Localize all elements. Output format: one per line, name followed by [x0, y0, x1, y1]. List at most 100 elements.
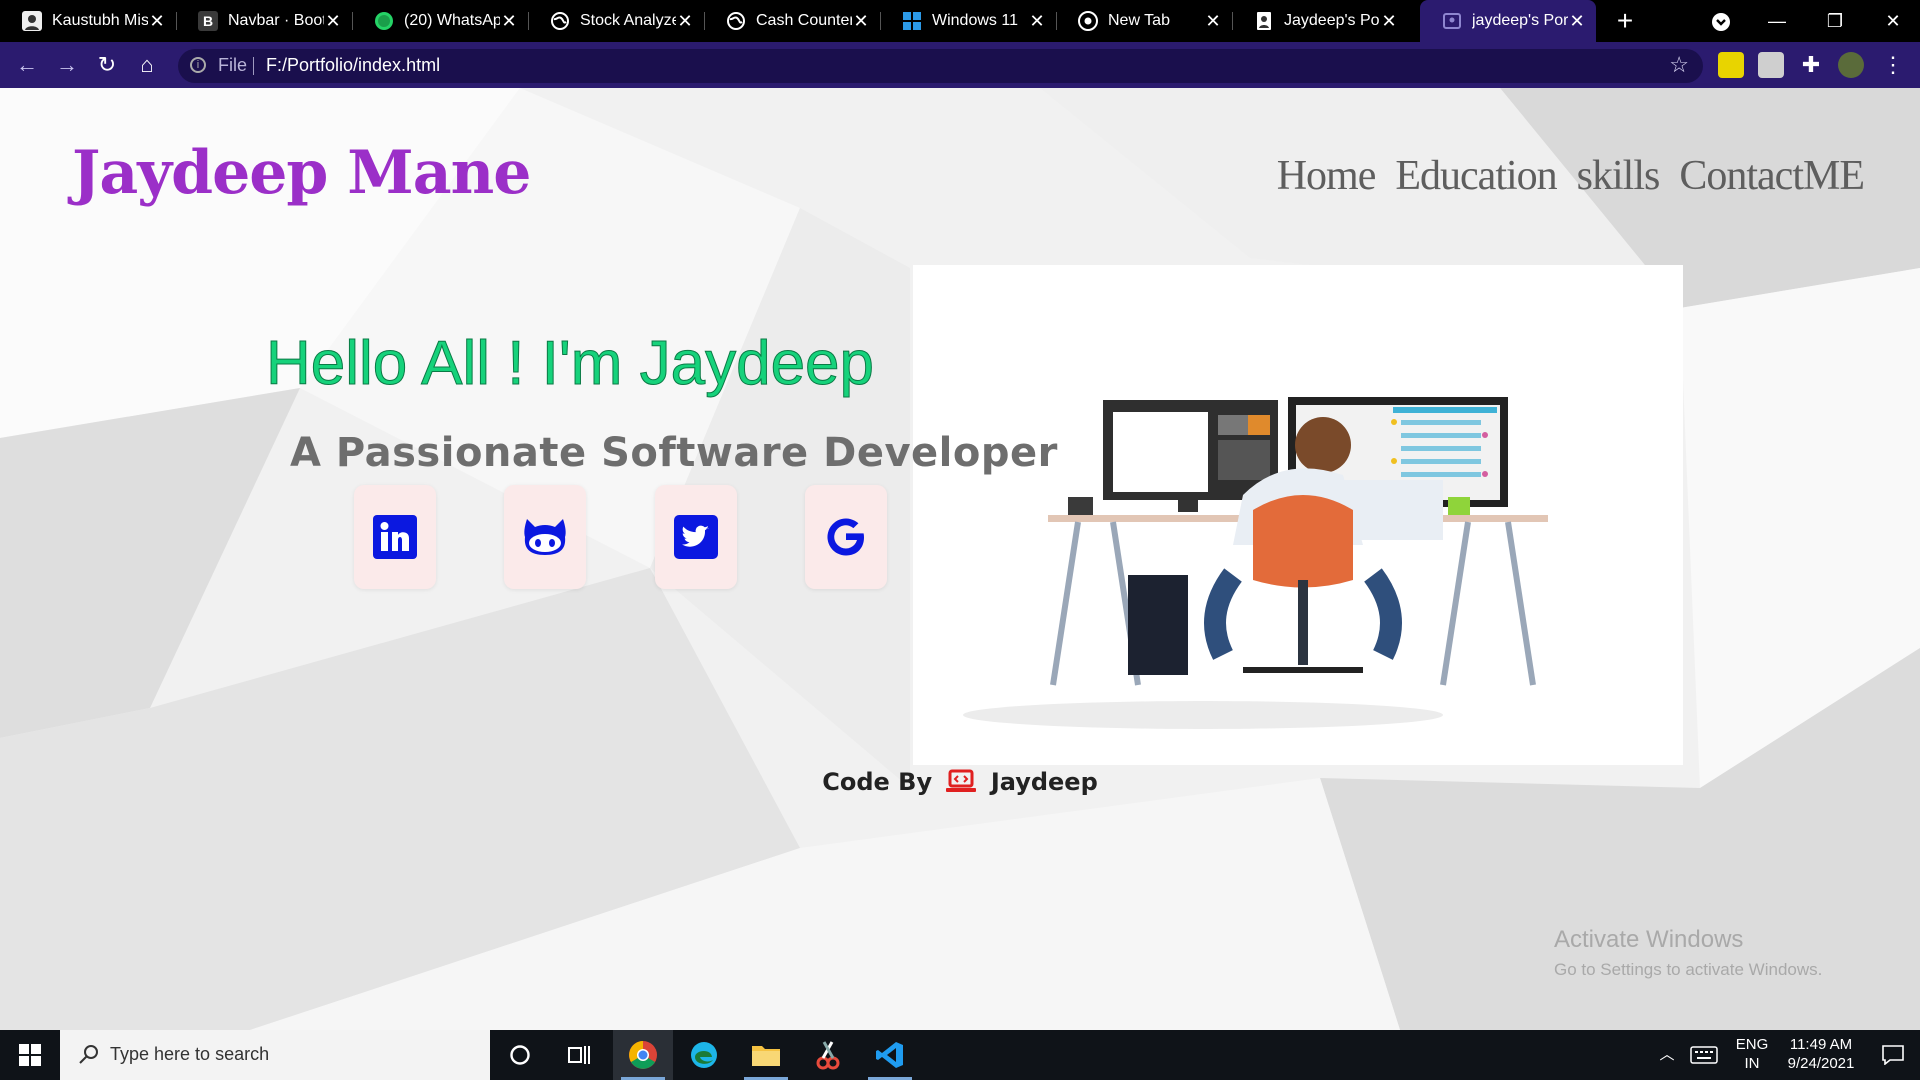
- taskbar-edge[interactable]: [674, 1030, 734, 1080]
- site-nav: Home Education skills ContactME: [1277, 152, 1865, 200]
- close-icon[interactable]: ✕: [1028, 11, 1046, 32]
- cortana-icon: [510, 1045, 530, 1065]
- whatsapp-icon: [375, 12, 393, 30]
- close-icon[interactable]: ✕: [852, 11, 870, 32]
- minimize-button[interactable]: —: [1748, 0, 1806, 42]
- back-button[interactable]: ←: [12, 50, 42, 80]
- address-bar[interactable]: i File F:/Portfolio/index.html ☆: [178, 49, 1703, 83]
- credit-prefix: Code By: [822, 768, 933, 796]
- brand-logo[interactable]: Jaydeep Mane: [72, 138, 531, 208]
- google-icon: [827, 518, 864, 556]
- linkedin-icon: [373, 515, 417, 559]
- footer-credit: Code By Jaydeep: [0, 768, 1920, 799]
- avatar[interactable]: [1838, 52, 1864, 78]
- task-view-button[interactable]: [550, 1030, 610, 1080]
- taskbar-snipping[interactable]: [798, 1030, 858, 1080]
- close-window-button[interactable]: ✕: [1864, 0, 1920, 42]
- home-button[interactable]: ⌂: [132, 50, 162, 80]
- tab-jaydeep-portfolio[interactable]: Jaydeep's Port ✕: [1232, 0, 1408, 42]
- windows-icon: [903, 12, 921, 30]
- restore-button[interactable]: ❐: [1806, 0, 1864, 42]
- star-icon[interactable]: ☆: [1669, 52, 1689, 78]
- hero-illustration-card: [913, 265, 1683, 765]
- extension-star-icon[interactable]: [1718, 52, 1744, 78]
- info-icon[interactable]: i: [190, 57, 206, 73]
- notifications-button[interactable]: [1866, 1030, 1920, 1080]
- close-icon[interactable]: ✕: [676, 11, 694, 32]
- edge-icon: [691, 1042, 717, 1068]
- url-text[interactable]: F:/Portfolio/index.html: [266, 55, 440, 76]
- lang-top: ENG: [1735, 1036, 1769, 1053]
- activate-windows-title: Activate Windows: [1554, 926, 1744, 953]
- close-icon[interactable]: ✕: [1380, 11, 1398, 32]
- tab-bootstrap[interactable]: B Navbar · Boots ✕: [176, 0, 352, 42]
- twitter-icon: [674, 515, 718, 559]
- tab-new-tab[interactable]: New Tab ✕: [1056, 0, 1232, 42]
- tab-stock-analyzer[interactable]: Stock Analyzer ✕: [528, 0, 704, 42]
- taskbar-vscode[interactable]: [860, 1030, 920, 1080]
- developer-illustration: [963, 397, 1548, 729]
- close-icon[interactable]: ✕: [324, 11, 342, 32]
- google-button[interactable]: [805, 485, 887, 589]
- close-icon[interactable]: ✕: [1204, 11, 1222, 32]
- tab-title: Cash Counter: [756, 12, 852, 29]
- globe-icon: [727, 12, 745, 30]
- taskbar-chrome[interactable]: [613, 1030, 673, 1080]
- tab-windows-11[interactable]: Windows 11 ✕: [880, 0, 1056, 42]
- tab-search-button[interactable]: [1692, 0, 1750, 42]
- taskbar-file-explorer[interactable]: [736, 1030, 796, 1080]
- nav-contact[interactable]: ContactME: [1679, 152, 1865, 200]
- tab-title: jaydeep's Port: [1472, 12, 1568, 29]
- start-button[interactable]: [0, 1030, 60, 1080]
- tab-jaydeep-portfolio-active[interactable]: jaydeep's Port ✕: [1420, 0, 1596, 42]
- vscode-icon: [876, 1042, 903, 1068]
- taskbar: Type here to search ︿ ENG IN 11:49 AM 9/…: [0, 1030, 1920, 1080]
- nav-education[interactable]: Education: [1395, 152, 1557, 200]
- github-button[interactable]: [504, 485, 586, 589]
- clock[interactable]: 11:49 AM 9/24/2021: [1776, 1030, 1866, 1080]
- tab-title: New Tab: [1108, 12, 1170, 29]
- nav-home[interactable]: Home: [1277, 152, 1377, 200]
- chevron-up-icon: ︿: [1659, 1046, 1675, 1063]
- extension-cube-icon[interactable]: [1758, 52, 1784, 78]
- search-icon: [79, 1045, 98, 1064]
- nav-skills[interactable]: skills: [1577, 152, 1661, 200]
- taskbar-search[interactable]: Type here to search: [60, 1030, 490, 1080]
- tray-overflow-button[interactable]: ︿: [1656, 1030, 1678, 1080]
- github-icon: [524, 519, 566, 555]
- browser-tab-strip: Kaustubh Mish ✕ B Navbar · Boots ✕ (20) …: [0, 0, 1920, 42]
- tab-title: Kaustubh Mish: [52, 12, 148, 29]
- tab-title: Windows 11: [932, 12, 1018, 29]
- task-view-icon: [568, 1046, 590, 1064]
- extensions-puzzle-icon[interactable]: ✚: [1798, 52, 1824, 78]
- tab-title: Jaydeep's Port: [1284, 12, 1380, 29]
- chrome-icon: [1078, 11, 1098, 31]
- twitter-button[interactable]: [655, 485, 737, 589]
- folder-icon: [752, 1046, 780, 1066]
- tab-kaustubh[interactable]: Kaustubh Mish ✕: [0, 0, 176, 42]
- clock-date: 9/24/2021: [1787, 1055, 1855, 1072]
- scissors-icon: [816, 1041, 840, 1070]
- close-icon[interactable]: ✕: [148, 11, 166, 32]
- lang-bottom: IN: [1744, 1055, 1760, 1072]
- tab-cash-counter[interactable]: Cash Counter ✕: [704, 0, 880, 42]
- profile-icon: [22, 11, 42, 31]
- tab-whatsapp[interactable]: (20) WhatsApp ✕: [352, 0, 528, 42]
- linkedin-button[interactable]: [354, 485, 436, 589]
- menu-dots-icon[interactable]: ⋮: [1880, 52, 1906, 78]
- bootstrap-icon: B: [198, 11, 218, 31]
- page-content: Jaydeep Mane Home Education skills Conta…: [0, 88, 1920, 1030]
- chevron-down-icon: [1712, 13, 1730, 32]
- hero-tagline: A Passionate Software Developer: [290, 430, 1058, 476]
- reload-button[interactable]: ↻: [92, 50, 122, 80]
- close-icon[interactable]: ✕: [1568, 11, 1586, 32]
- forward-button[interactable]: →: [52, 50, 82, 80]
- close-icon[interactable]: ✕: [500, 11, 518, 32]
- new-tab-button[interactable]: +: [1610, 6, 1640, 36]
- keyboard-button[interactable]: [1690, 1030, 1720, 1080]
- globe-icon: [551, 12, 569, 30]
- clock-time: 11:49 AM: [1789, 1036, 1853, 1053]
- language-indicator[interactable]: ENG IN: [1730, 1030, 1774, 1080]
- cortana-button[interactable]: [490, 1030, 550, 1080]
- page-icon: [1257, 12, 1271, 30]
